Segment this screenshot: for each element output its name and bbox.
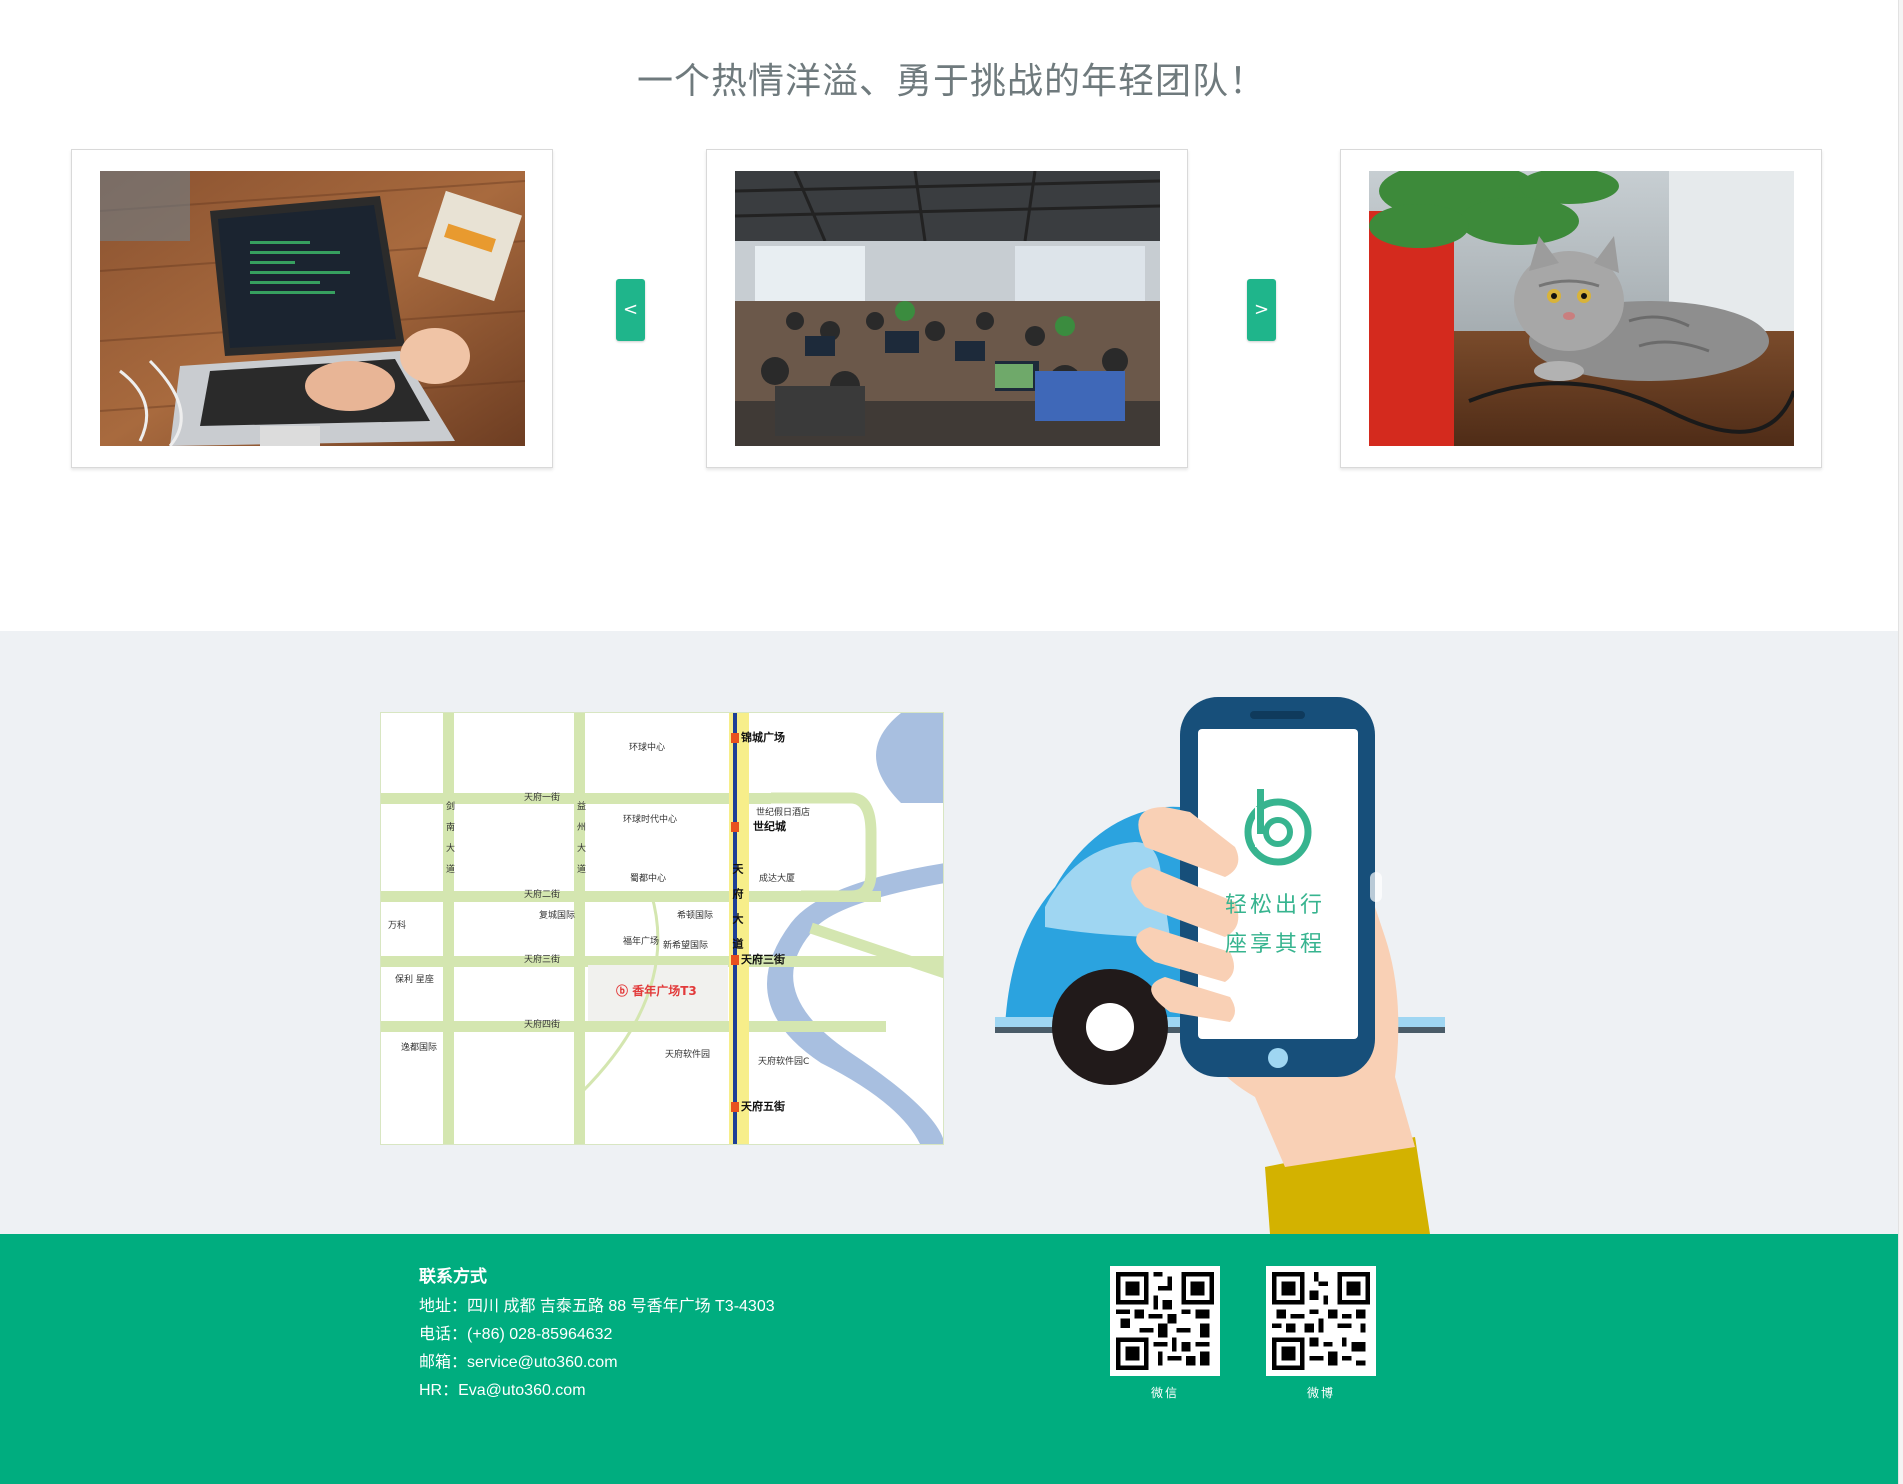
map-label: 香年广场T3 (632, 984, 697, 998)
laptop-photo (100, 171, 525, 446)
qr-label: 微信 (1150, 1386, 1179, 1400)
metro-station-marker (731, 822, 739, 832)
weibo-qr-code-icon (1266, 1266, 1376, 1376)
map-label: 环球中心 (629, 743, 666, 753)
promo-line-1: 轻松出行 (1224, 893, 1325, 918)
map-label: 福年广场 (623, 937, 660, 947)
map-label: 复城国际 (539, 911, 576, 921)
map-label: 剑南大道 (444, 801, 454, 885)
map-label: 天府三街 (741, 953, 785, 966)
map-label: 世纪假日酒店 (756, 808, 811, 818)
metro-station-marker (731, 1102, 739, 1112)
map-label: 环球时代中心 (623, 815, 678, 825)
promo-line-2: 座享其程 (1224, 932, 1325, 957)
map-label: 天府二街 (524, 890, 561, 900)
contact-phone: 电话：(+86) 028-85964632 (419, 1326, 613, 1343)
contact-info: 联系方式 地址：四川 成都 吉泰五路 88 号香年广场 T3-4303 电话：(… (419, 1262, 775, 1405)
team-photo-card (71, 149, 553, 468)
map-label: 世纪城 (753, 820, 786, 833)
brand-logo-icon: ⓑ (616, 984, 629, 998)
carousel-next-button[interactable]: > (1247, 279, 1276, 341)
weibo-qr: 微博 (1266, 1266, 1376, 1401)
map-label: 万科 (388, 921, 407, 931)
map-label: 天府大道 (731, 863, 744, 963)
map-label: 天府一街 (524, 793, 561, 803)
team-section: 一个热情洋溢、勇于挑战的年轻团队！ < > (0, 0, 1903, 631)
office-photo (735, 171, 1160, 446)
location-section: 环球中心 锦城广场 天府一街 世纪假日酒店 环球时代中心 世纪城 剑南大道 益州… (0, 631, 1903, 1234)
car-phone-illustration (985, 697, 1455, 1234)
map-label: 天府软件园C (758, 1057, 810, 1067)
metro-station-marker (731, 733, 739, 743)
map-label: 锦城广场 (741, 731, 785, 744)
map-label: 天府四街 (524, 1020, 561, 1030)
metro-station-marker (731, 955, 739, 965)
map-label: 天府三街 (524, 955, 561, 965)
team-photo-card (706, 149, 1188, 468)
office-location-marker: ⓑ 香年广场T3 (616, 984, 697, 998)
team-title: 一个热情洋溢、勇于挑战的年轻团队！ (636, 61, 1266, 102)
contact-address: 地址：四川 成都 吉泰五路 88 号香年广场 T3-4303 (419, 1298, 775, 1315)
carousel-prev-button[interactable]: < (616, 279, 645, 341)
footer: 联系方式 地址：四川 成都 吉泰五路 88 号香年广场 T3-4303 电话：(… (0, 1234, 1903, 1484)
office-location-map[interactable]: 环球中心 锦城广场 天府一街 世纪假日酒店 环球时代中心 世纪城 剑南大道 益州… (380, 712, 944, 1145)
contact-title: 联系方式 (419, 1267, 487, 1286)
map-label: 天府软件园 (665, 1050, 711, 1060)
map-label: 蜀都中心 (630, 874, 667, 884)
weixin-qr-code-icon (1110, 1266, 1220, 1376)
qr-label: 微博 (1306, 1386, 1335, 1400)
contact-email[interactable]: 邮箱：service@uto360.com (419, 1349, 775, 1377)
map-label: 保利 星座 (395, 975, 434, 985)
map-label: 逸都国际 (401, 1043, 438, 1053)
contact-hr-email[interactable]: HR：Eva@uto360.com (419, 1377, 775, 1405)
map-label: 益州大道 (575, 801, 585, 885)
map-label: 成达大厦 (759, 874, 796, 884)
map-label: 天府五街 (741, 1100, 785, 1113)
map-label: 希顿国际 (677, 911, 714, 921)
team-photo-card (1340, 149, 1822, 468)
page-scrollbar[interactable] (1898, 0, 1903, 1484)
weixin-qr: 微信 (1110, 1266, 1220, 1401)
map-label: 新希望国际 (663, 941, 709, 951)
cat-photo (1369, 171, 1794, 446)
